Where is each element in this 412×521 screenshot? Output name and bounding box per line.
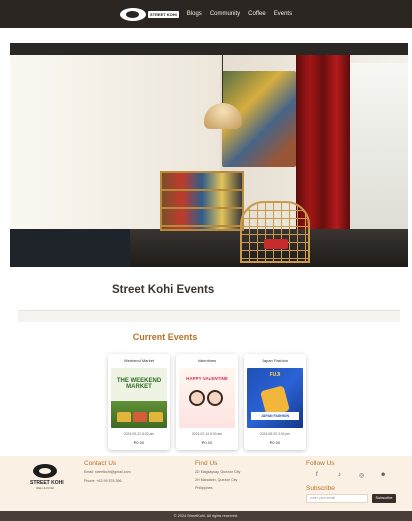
copyright-bar: © 2024 StreetKohi. All rights reserved. (0, 511, 412, 521)
event-price: ₱0.00 (269, 440, 281, 445)
page: STREET KOHI Blogs Community Coffee Event… (0, 0, 412, 521)
event-name: Valentines (197, 358, 217, 363)
contact-heading: Contact Us (84, 460, 117, 467)
page-title: Street Kohi Events (112, 284, 215, 296)
address-line-2: 2H Mandarin, Quezon City (195, 478, 238, 482)
hero-image (10, 43, 408, 267)
event-cards: Weekend Market THE WEEKEND MARKET 2024-0… (108, 354, 306, 450)
hero-bookshelf (160, 171, 244, 231)
event-poster-image: HAPPY VALENTINE (179, 368, 235, 428)
contact-phone: Phone: +63 99 578 396 (84, 479, 122, 483)
event-poster-image: THE WEEKEND MARKET (111, 368, 167, 428)
address-line-3: Philippines (195, 486, 213, 490)
event-card[interactable]: Weekend Market THE WEEKEND MARKET 2024-0… (108, 354, 170, 450)
poster-figure (207, 390, 223, 406)
discord-icon[interactable]: ☻ (380, 472, 386, 478)
poster-banner: JAPAN FASHION (251, 412, 299, 420)
poster-title: FUJI (269, 372, 281, 378)
poster-figure (189, 390, 205, 406)
event-card[interactable]: Japan Fashion FUJI JAPAN FASHION 2024-08… (244, 354, 306, 450)
contact-email: Email: streetkohi@gmail.com (84, 470, 131, 474)
address-line-1: 2D Magsaysay, Quezon City (195, 470, 241, 474)
find-us-heading: Find Us (195, 460, 218, 467)
event-price: ₱0.00 (201, 440, 213, 445)
hero-typewriter (264, 239, 288, 249)
hero-lamp-cord (222, 55, 223, 105)
footer-logo-subtitle: DELI & KOHI (36, 486, 54, 490)
poster-tent (133, 412, 147, 422)
nav-link-community[interactable]: Community (210, 11, 240, 17)
logo-icon (119, 7, 146, 21)
hero-desk (10, 229, 130, 267)
hero-cage-chair (240, 201, 310, 263)
nav-link-events[interactable]: Events (274, 11, 292, 17)
logo-text: STREET KOHI (147, 10, 179, 18)
subscribe-heading: Subscribe (306, 485, 335, 492)
event-date: 2024-02-14 8:00 am (191, 432, 223, 436)
nav-link-blogs[interactable]: Blogs (187, 11, 202, 17)
poster-title: THE WEEKEND MARKET (116, 378, 162, 390)
hero-ceiling (10, 43, 408, 55)
facebook-icon[interactable]: f (316, 472, 318, 478)
top-nav: STREET KOHI Blogs Community Coffee Event… (0, 0, 412, 28)
poster-tent (117, 412, 131, 422)
event-date: 2024-08-09 3:00 pm (259, 432, 291, 436)
section-title-current-events: Current Events (132, 332, 198, 342)
instagram-icon[interactable]: ◎ (359, 472, 364, 479)
subscribe-button[interactable]: Subscribe (372, 494, 396, 503)
tiktok-icon[interactable]: ♪ (338, 472, 341, 478)
poster-title: HAPPY VALENTINE (186, 376, 228, 381)
follow-us-heading: Follow Us (306, 460, 335, 467)
hero-window (350, 63, 408, 243)
event-poster-image: FUJI JAPAN FASHION (247, 368, 303, 428)
event-name: Japan Fashion (261, 358, 289, 363)
poster-tent (149, 412, 163, 422)
event-date: 2024-09-22 8:02 am (123, 432, 155, 436)
event-name: Weekend Market (123, 358, 155, 363)
email-input[interactable]: enter your email (306, 494, 368, 503)
footer-logo-icon (33, 464, 57, 478)
event-price: ₱0.00 (133, 440, 145, 445)
divider-band (18, 310, 400, 322)
footer-logo: STREET KOHI DELI & KOHI (30, 464, 64, 490)
event-card[interactable]: Valentines HAPPY VALENTINE 2024-02-14 8:… (176, 354, 238, 450)
nav-link-coffee[interactable]: Coffee (248, 11, 266, 17)
logo[interactable]: STREET KOHI (119, 7, 179, 21)
